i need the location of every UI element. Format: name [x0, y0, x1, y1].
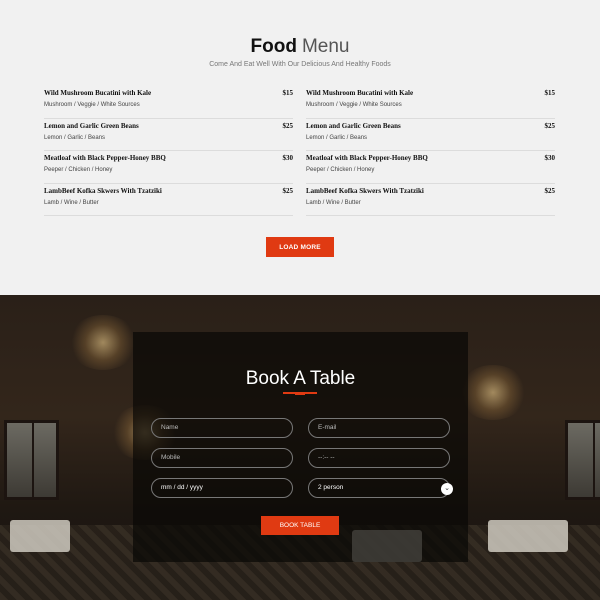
menu-item-description: Peeper / Chicken / Honey — [44, 167, 113, 173]
menu-item-name: Wild Mushroom Bucatini with Kale — [306, 89, 414, 97]
chandelier-light — [458, 365, 528, 420]
menu-item: Lemon and Garlic Green Beans $25 Lemon /… — [44, 119, 294, 151]
chevron-down-icon[interactable]: ⌄ — [441, 483, 453, 495]
menu-item-name: Meatloaf with Black Pepper-Honey BBQ — [44, 154, 166, 162]
menu-item-name: Wild Mushroom Bucatini with Kale — [44, 89, 152, 97]
menu-item: LambBeef Kofka Skwers With Tzatziki $25 … — [44, 184, 294, 216]
menu-title-light: Menu — [301, 36, 350, 57]
menu-item-price: $15 — [282, 89, 294, 97]
name-input[interactable]: Name — [151, 418, 293, 438]
menu-item-price: $25 — [544, 186, 556, 195]
book-table-button[interactable]: BOOK TABLE — [261, 516, 339, 535]
menu-title: Food Menu — [0, 36, 600, 58]
menu-item: Wild Mushroom Bucatini with Kale $15 Mus… — [44, 86, 293, 119]
guests-select[interactable]: 2 person ⌄ — [308, 478, 453, 498]
menu-item-name: LambBeef Kofka Skwers With Tzatziki — [306, 186, 424, 195]
menu-item-description: Peeper / Chicken / Honey — [306, 167, 375, 173]
load-more-button[interactable]: LOAD MORE — [266, 237, 334, 257]
menu-column-left: Wild Mushroom Bucatini with Kale $15 Mus… — [44, 86, 293, 216]
menu-item-name: Lemon and Garlic Green Beans — [306, 121, 401, 130]
menu-item-price: $30 — [544, 154, 556, 162]
time-input[interactable]: --:-- -- — [308, 448, 450, 468]
menu-item-description: Mushroom / Veggie / White Sources — [306, 102, 402, 108]
title-underline-decoration — [283, 392, 317, 395]
menu-item-description: Mushroom / Veggie / White Sources — [44, 102, 140, 108]
menu-item-name: LambBeef Kofka Skwers With Tzatziki — [44, 186, 162, 195]
background-table — [10, 520, 70, 552]
booking-title: Book A Table — [245, 368, 356, 389]
menu-item: Meatloaf with Black Pepper-Honey BBQ $30… — [306, 151, 555, 184]
menu-item: Lemon and Garlic Green Beans $25 Lemon /… — [306, 119, 556, 151]
menu-item-name: Lemon and Garlic Green Beans — [44, 121, 139, 130]
menu-item: LambBeef Kofka Skwers With Tzatziki $25 … — [306, 184, 556, 216]
background-window — [4, 420, 59, 500]
menu-item-price: $15 — [544, 89, 556, 97]
date-input[interactable]: mm / dd / yyyy — [151, 478, 293, 498]
menu-item-description: Lemon / Garlic / Beans — [306, 134, 368, 141]
menu-item-name: Meatloaf with Black Pepper-Honey BBQ — [306, 154, 428, 162]
food-menu-section: Food Menu Come And Eat Well With Our Deli… — [0, 0, 600, 295]
guests-select-value: 2 person — [318, 484, 344, 491]
chandelier-light — [68, 315, 138, 370]
background-window — [565, 420, 600, 500]
menu-item-price: $25 — [282, 121, 294, 130]
menu-item: Meatloaf with Black Pepper-Honey BBQ $30… — [44, 151, 293, 184]
menu-subtitle: Come And Eat Well With Our Delicious And… — [209, 61, 391, 68]
background-table — [488, 520, 568, 552]
book-table-section: Book A Table Name E-mail Mobile --:-- --… — [0, 295, 600, 600]
menu-title-bold: Food — [250, 36, 297, 57]
email-input[interactable]: E-mail — [308, 418, 450, 438]
menu-item-description: Lamb / Wine / Butter — [44, 199, 99, 206]
menu-item-price: $30 — [282, 154, 294, 162]
mobile-input[interactable]: Mobile — [151, 448, 293, 468]
booking-form-panel: Book A Table Name E-mail Mobile --:-- --… — [133, 332, 468, 562]
menu-item-description: Lamb / Wine / Butter — [306, 199, 361, 206]
menu-column-right: Wild Mushroom Bucatini with Kale $15 Mus… — [306, 86, 555, 216]
menu-item: Wild Mushroom Bucatini with Kale $15 Mus… — [306, 86, 555, 119]
menu-item-description: Lemon / Garlic / Beans — [44, 134, 106, 141]
menu-item-price: $25 — [282, 186, 294, 195]
menu-item-price: $25 — [544, 121, 556, 130]
